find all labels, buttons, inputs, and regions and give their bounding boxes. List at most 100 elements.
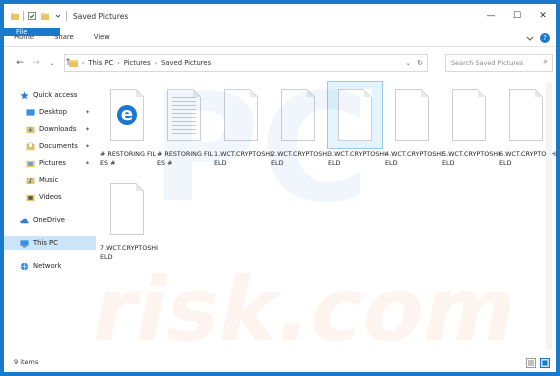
view-switcher xyxy=(526,358,550,368)
vertical-scrollbar[interactable] xyxy=(546,82,552,350)
sidebar-item-label: Pictures xyxy=(39,159,66,167)
folder-icon xyxy=(69,59,78,67)
minimize-button[interactable]: — xyxy=(478,4,504,28)
sidebar-item-documents[interactable]: Documents ✦ xyxy=(4,139,96,153)
divider xyxy=(66,11,67,21)
title-bar: Saved Pictures — ☐ ✕ xyxy=(4,4,556,28)
file-list: e # RESTORING FILES # # RESTORING FILES … xyxy=(100,81,557,350)
blank-file-icon xyxy=(338,89,372,141)
documents-folder-icon xyxy=(26,142,35,150)
chevron-right-icon[interactable]: › xyxy=(82,60,84,67)
music-folder-icon xyxy=(26,177,35,184)
help-icon[interactable]: ? xyxy=(540,32,550,43)
expand-ribbon-icon[interactable] xyxy=(526,34,534,42)
sidebar-item-label: Downloads xyxy=(39,125,77,133)
pin-icon[interactable]: ✦ xyxy=(85,126,90,133)
file-item[interactable]: 4.WCT.CRYPTOSHIELD xyxy=(385,82,443,168)
computer-icon xyxy=(20,239,29,247)
pin-icon[interactable]: ✦ xyxy=(85,109,90,116)
recent-locations-icon[interactable]: ⌄ xyxy=(44,60,60,67)
chevron-down-icon[interactable] xyxy=(53,11,63,21)
edge-browser-icon: e xyxy=(117,105,137,125)
pin-icon[interactable]: ✦ xyxy=(85,143,90,150)
file-item-selected[interactable]: 3.WCT.CRYPTOSHIELD xyxy=(327,81,386,168)
file-name: # RESTORING FILES # xyxy=(157,150,214,167)
address-controls: ⌄ ↻ xyxy=(405,55,423,71)
file-name: # RESTORING FILES # xyxy=(100,150,157,167)
address-bar[interactable]: › This PC › Pictures › Saved Pictures ⌄ … xyxy=(64,54,428,72)
status-bar: 9 items xyxy=(4,352,556,372)
forward-arrow-icon[interactable]: → xyxy=(28,58,44,68)
file-item[interactable]: 1.WCT.CRYPTOSHIELD xyxy=(214,82,272,168)
sidebar-item-this-pc[interactable]: This PC xyxy=(4,236,96,250)
quick-access-toolbar xyxy=(4,11,67,21)
navigation-pane: Quick access Desktop ✦ Downloads ✦ Docum… xyxy=(4,82,96,350)
sidebar-item-label: Documents xyxy=(39,142,78,150)
new-folder-icon[interactable] xyxy=(40,11,50,21)
star-icon xyxy=(20,90,29,99)
sidebar-item-network[interactable]: Network xyxy=(4,259,96,273)
file-thumbnail xyxy=(271,82,325,148)
sidebar-item-label: Videos xyxy=(39,193,62,201)
file-thumbnail: e xyxy=(100,82,154,148)
file-item[interactable]: 7.WCT.CRYPTOSHIELD xyxy=(100,176,158,262)
folder-icon xyxy=(11,13,19,20)
text-file-icon xyxy=(167,89,201,141)
search-placeholder: Search Saved Pictures xyxy=(451,59,524,67)
large-icons-view-icon[interactable] xyxy=(540,358,550,368)
downloads-folder-icon xyxy=(26,126,35,133)
blank-file-icon xyxy=(452,89,486,141)
chevron-right-icon[interactable]: › xyxy=(117,60,119,67)
file-thumbnail xyxy=(385,82,439,148)
file-name: 3.WCT.CRYPTOSHIELD xyxy=(328,150,386,167)
file-name: 1.WCT.CRYPTOSHIELD xyxy=(214,150,272,167)
properties-icon[interactable] xyxy=(27,11,37,21)
desktop-folder-icon xyxy=(26,108,35,116)
breadcrumb-pictures[interactable]: Pictures xyxy=(124,59,151,67)
window-controls: — ☐ ✕ xyxy=(478,4,556,28)
file-item[interactable]: # RESTORING FILES # xyxy=(157,82,213,168)
chevron-down-icon[interactable]: ⌄ xyxy=(405,59,411,67)
file-item[interactable]: e # RESTORING FILES # xyxy=(100,82,156,168)
close-button[interactable]: ✕ xyxy=(530,4,556,28)
maximize-button[interactable]: ☐ xyxy=(504,4,530,28)
file-thumbnail xyxy=(442,82,496,148)
file-name: 2.WCT.CRYPTOSHIELD xyxy=(271,150,329,167)
refresh-icon[interactable]: ↻ xyxy=(417,59,423,67)
item-count: 9 items xyxy=(14,358,39,366)
pictures-folder-icon xyxy=(26,160,35,167)
search-input[interactable]: Search Saved Pictures ⌕ xyxy=(445,54,553,72)
onedrive-cloud-icon xyxy=(20,218,29,223)
tab-view[interactable]: View xyxy=(84,28,120,46)
chevron-right-icon[interactable]: › xyxy=(155,60,157,67)
file-thumbnail xyxy=(499,82,553,148)
sidebar-item-videos[interactable]: Videos xyxy=(4,190,96,204)
tab-file[interactable]: File xyxy=(4,28,60,36)
sidebar-item-desktop[interactable]: Desktop ✦ xyxy=(4,105,96,119)
sidebar-item-label: Quick access xyxy=(33,91,78,99)
network-icon xyxy=(20,262,29,270)
blank-file-icon xyxy=(110,183,144,235)
pin-icon[interactable]: ✦ xyxy=(85,160,90,167)
sidebar-item-music[interactable]: Music xyxy=(4,173,96,187)
navigation-bar: ← → ⌄ ↑ › This PC › Pictures › Saved Pic… xyxy=(4,51,556,75)
blank-file-icon xyxy=(395,89,429,141)
breadcrumb-saved-pictures[interactable]: Saved Pictures xyxy=(161,59,211,67)
ribbon-controls: ? xyxy=(526,28,550,47)
blank-file-icon xyxy=(224,89,258,141)
file-name: 7.WCT.CRYPTOSHIELD xyxy=(100,244,158,261)
blank-file-icon xyxy=(509,89,543,141)
search-icon: ⌕ xyxy=(543,57,548,66)
sidebar-item-quick-access[interactable]: Quick access xyxy=(4,88,96,102)
sidebar-item-label: OneDrive xyxy=(33,216,65,224)
back-arrow-icon[interactable]: ← xyxy=(12,58,28,68)
file-item[interactable]: 5.WCT.CRYPTOSHIELD xyxy=(442,82,500,168)
sidebar-item-onedrive[interactable]: OneDrive xyxy=(4,213,96,227)
breadcrumb-this-pc[interactable]: This PC xyxy=(88,59,113,67)
sidebar-item-pictures[interactable]: Pictures ✦ xyxy=(4,156,96,170)
file-item[interactable]: 2.WCT.CRYPTOSHIELD xyxy=(271,82,329,168)
file-thumbnail xyxy=(100,176,154,242)
html-file-icon: e xyxy=(110,89,144,141)
sidebar-item-downloads[interactable]: Downloads ✦ xyxy=(4,122,96,136)
details-view-icon[interactable] xyxy=(526,358,536,368)
